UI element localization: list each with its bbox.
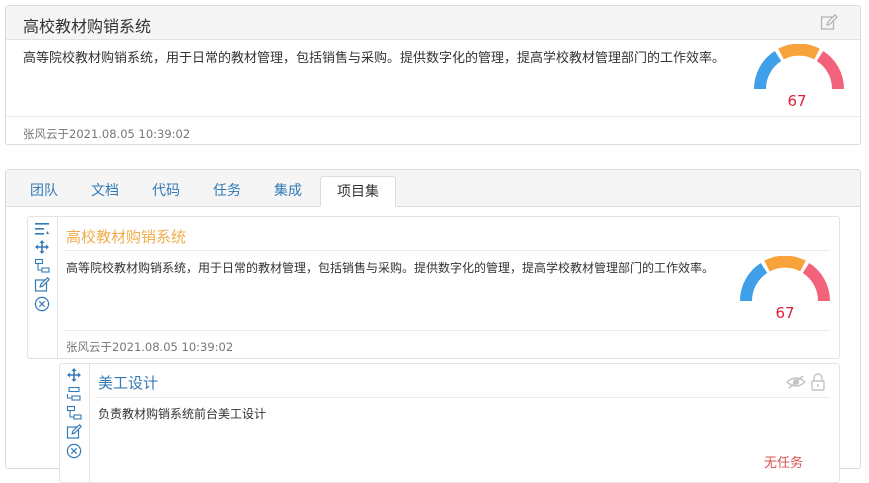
sub-item-title[interactable]: 美工设计	[98, 372, 158, 393]
outdent-icon[interactable]	[66, 386, 82, 402]
lock-icon[interactable]	[810, 373, 826, 391]
subtree-icon[interactable]	[66, 405, 82, 421]
score-value: 67	[787, 92, 807, 110]
item-footer-divider	[64, 330, 830, 331]
project-item-footer: 张风云于2021.08.05 10:39:02	[66, 340, 234, 354]
tab-team[interactable]: 团队	[18, 176, 70, 206]
score-value: 67	[775, 304, 795, 322]
sub-tree-item	[59, 363, 840, 483]
tab-project-set[interactable]: 项目集	[320, 176, 396, 207]
edit-icon[interactable]	[34, 277, 50, 293]
gauge-segment-mid	[764, 256, 806, 272]
score-gauge	[754, 44, 844, 90]
move-icon[interactable]	[34, 239, 50, 255]
project-item-description: 高等院校教材购销系统，用于日常的教材管理，包括销售与采购。提供数字化的管理，提高…	[66, 261, 715, 275]
project-info-card: 高校教材购销系统 高等院校教材购销系统，用于日常的教材管理，包括销售与采购。提供…	[5, 5, 861, 145]
sub-item-description: 负责教材购销系统前台美工设计	[98, 407, 267, 421]
gauge-segment-high	[816, 50, 844, 90]
card-description: 高等院校教材购销系统，用于日常的教材管理，包括销售与采购。提供数字化的管理，提高…	[23, 51, 726, 66]
subtree-icon[interactable]	[34, 258, 50, 274]
delete-icon[interactable]	[34, 296, 50, 312]
eye-slash-icon[interactable]	[786, 374, 806, 390]
card-divider	[6, 116, 860, 117]
item-toolbar	[27, 216, 58, 359]
tab-code[interactable]: 代码	[140, 176, 192, 206]
no-task-note: 无任务	[764, 456, 804, 471]
gauge-segment-low	[754, 50, 782, 90]
edit-icon[interactable]	[820, 14, 838, 32]
sub-item-toolbar	[59, 363, 90, 483]
card-title: 高校教材购销系统	[23, 17, 152, 36]
tab-integration[interactable]: 集成	[262, 176, 314, 206]
tab-tasks[interactable]: 任务	[201, 176, 253, 206]
edit-icon[interactable]	[66, 424, 82, 440]
sub-item-divider	[96, 397, 830, 398]
item-title-divider	[64, 250, 830, 251]
move-icon[interactable]	[66, 367, 82, 383]
gauge-segment-high	[802, 262, 831, 302]
tab-docs[interactable]: 文档	[79, 176, 131, 206]
collapse-icon[interactable]	[34, 221, 50, 237]
score-gauge	[739, 256, 831, 302]
card-footer: 张风云于2021.08.05 10:39:02	[23, 127, 191, 141]
gauge-segment-low	[739, 262, 768, 302]
tab-bar: 团队 文档 代码 任务 集成 项目集	[6, 170, 860, 207]
delete-icon[interactable]	[66, 443, 82, 459]
gauge-segment-mid	[778, 44, 820, 60]
project-item-title[interactable]: 高校教材购销系统	[66, 226, 186, 247]
